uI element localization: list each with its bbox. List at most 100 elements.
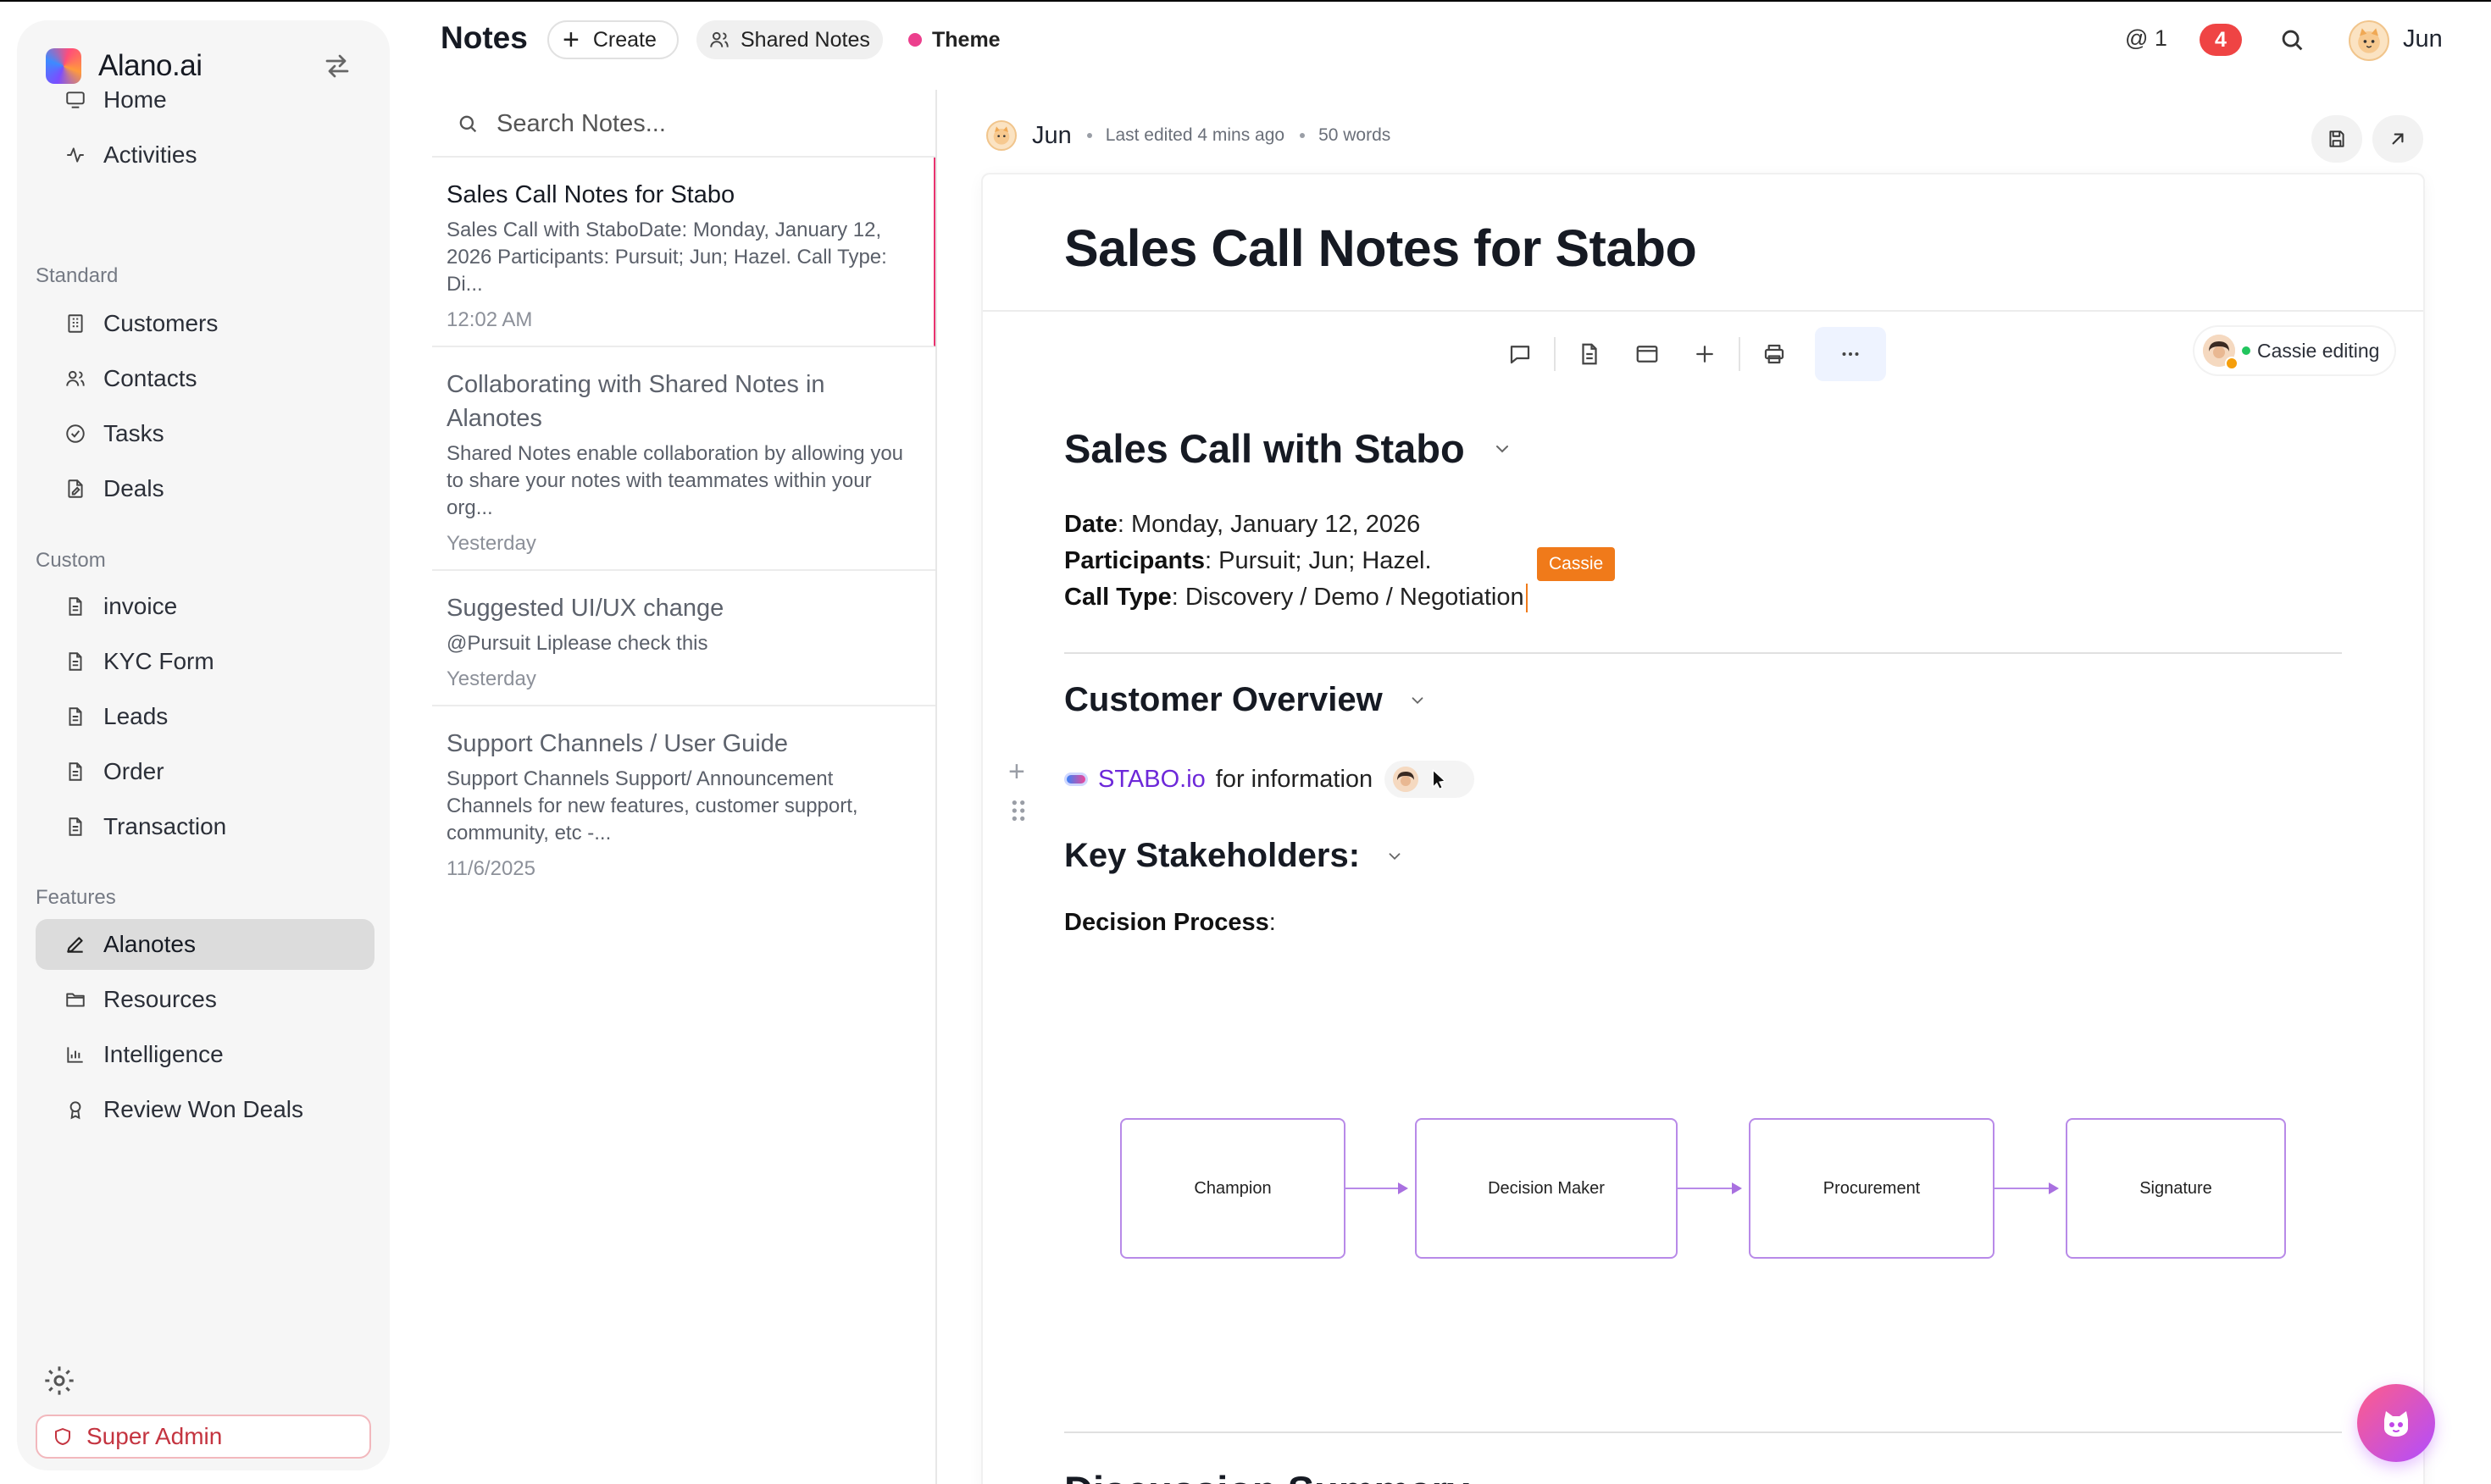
mentions-button[interactable]: @ 1 [2125,25,2167,52]
editing-status-label: Cassie editing [2257,339,2380,362]
collaborator-status[interactable]: Cassie editing [2194,327,2395,374]
stabo-text: for information [1215,765,1373,793]
heading-sales-call[interactable]: Sales Call with Stabo [1064,425,1512,472]
decision-process-label: Decision Process [1064,909,1269,936]
stabo-link[interactable]: STABO.io [1098,766,1206,794]
nav-alanotes-label: Alanotes [103,931,196,957]
nav-home[interactable]: Home [36,75,374,125]
call-type-label: Call Type [1064,584,1172,611]
flow-step-decision-maker[interactable]: Decision Maker [1415,1118,1678,1259]
list-item[interactable]: Support Channels / User Guide Support Ch… [432,706,937,893]
divider [983,310,2423,312]
section-custom: Custom [36,549,106,572]
nav-tasks[interactable]: Tasks [36,408,374,459]
heading-discussion-summary[interactable]: Discussion Summary [1064,1467,1469,1484]
doc-title[interactable]: Sales Call Notes for Stabo [1064,219,1697,278]
super-admin-button[interactable]: Super Admin [36,1415,371,1459]
more-button[interactable] [1815,327,1886,381]
nav-customers[interactable]: Customers [36,298,374,349]
notes-search[interactable]: Search Notes... [456,103,666,144]
nav-leads-label: Leads [103,703,169,729]
chevron-down-icon[interactable] [1385,847,1404,866]
nav-order[interactable]: Order [36,746,374,797]
note-preview: Sales Call with StaboDate: Monday, Janua… [447,219,887,296]
nav-resources[interactable]: Resources [36,974,374,1025]
drag-handle-icon[interactable] [1010,798,1027,823]
document[interactable]: Sales Call Notes for Stabo Cassie editin… [983,174,2423,1484]
list-item[interactable]: Collaborating with Shared Notes in Alano… [432,347,937,571]
users-icon [710,31,729,47]
nav-contacts[interactable]: Contacts [36,353,374,404]
theme-button[interactable]: Theme [908,20,1001,59]
call-type-line[interactable]: Call Type: Discovery / Demo / Negotiatio… [1064,579,1528,616]
theme-dot-icon [908,33,922,47]
call-type-value: : Discovery / Demo / Negotiation [1171,584,1524,611]
super-admin-label: Super Admin [86,1423,223,1449]
users-icon [66,370,85,386]
save-button[interactable] [2311,115,2362,163]
sidebar: Alano.ai Home Activities Standard Custom… [17,20,390,1470]
expand-button[interactable] [2372,115,2423,163]
participants-line[interactable]: Participants: Pursuit; Jun; Hazel. [1064,543,1432,579]
shared-notes-button[interactable]: Shared Notes [696,20,883,59]
list-item[interactable]: Suggested UI/UX change @Pursuit Liplease… [432,571,937,706]
notification-badge[interactable]: 4 [2200,24,2242,56]
section-features: Features [36,886,116,909]
avatar [2203,335,2239,370]
mention-count: 1 [2154,25,2167,51]
decision-process-line[interactable]: Decision Process: [1064,905,1276,941]
flow-step-signature[interactable]: Signature [2066,1118,2286,1259]
assistant-button[interactable] [2357,1384,2435,1462]
date-label: Date [1064,511,1118,538]
browser-window-icon [1636,346,1658,363]
nav-deals[interactable]: Deals [36,463,374,514]
mention-avatars[interactable] [1384,761,1475,798]
print-button[interactable] [1745,327,1803,381]
heading-customer-overview[interactable]: Customer Overview [1064,681,1427,719]
status-badge [2225,357,2239,370]
nav-leads[interactable]: Leads [36,691,374,742]
search-icon[interactable] [2277,25,2306,54]
gear-icon[interactable] [42,1364,76,1398]
nav-order-label: Order [103,758,164,784]
file-icon [69,762,82,781]
window-button[interactable] [1618,327,1676,381]
add-block-icon[interactable]: + [1008,756,1025,789]
pen-icon [67,937,83,953]
section-standard: Standard [36,264,119,287]
heading-key-stakeholders[interactable]: Key Stakeholders: [1064,837,1404,875]
file-icon [69,652,82,671]
list-item[interactable]: Sales Call Notes for Stabo Sales Call wi… [432,158,937,347]
chevron-down-icon[interactable] [1492,439,1512,459]
nav-kyc-form[interactable]: KYC Form [36,636,374,687]
note-title: Collaborating with Shared Notes in Alano… [447,371,825,432]
comment-button[interactable] [1491,327,1549,381]
nav-intelligence-label: Intelligence [103,1041,224,1067]
divider [1064,1431,2342,1433]
plus-icon [1696,346,1713,363]
nav-invoice[interactable]: invoice [36,581,374,632]
customer-overview-line[interactable]: STABO.io for information [1064,759,1475,800]
date-line[interactable]: Date: Monday, January 12, 2026 [1064,507,1420,543]
nav-intelligence[interactable]: Intelligence [36,1029,374,1080]
nav-activities-label: Activities [103,141,197,168]
nav-alanotes[interactable]: Alanotes [36,919,374,970]
separator-dot [1300,133,1306,138]
chevron-down-icon[interactable] [1408,691,1427,710]
nav-activities[interactable]: Activities [36,130,374,180]
flow-step-champion[interactable]: Champion [1120,1118,1345,1259]
search-input[interactable]: Search Notes... [497,110,666,138]
insert-button[interactable] [1676,327,1734,381]
arrow-right-icon [1398,1182,1408,1194]
flow-step-procurement[interactable]: Procurement [1749,1118,1994,1259]
create-button[interactable]: + Create [547,20,679,59]
nav-review-won-deals[interactable]: Review Won Deals [36,1084,374,1135]
nav-customers-label: Customers [103,310,219,336]
avatar [986,120,1017,151]
page-title: Notes [441,20,528,55]
document-button[interactable] [1561,327,1618,381]
avatar[interactable] [2349,20,2389,61]
nav-transaction[interactable]: Transaction [36,801,374,852]
user-name[interactable]: Jun [2403,25,2443,53]
arrow-right-icon [1732,1182,1742,1194]
